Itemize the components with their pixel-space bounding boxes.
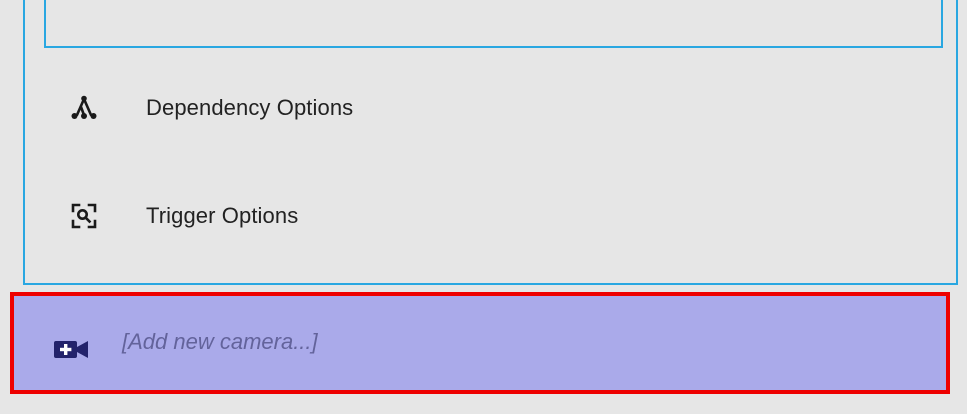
image-search-icon [70,202,98,230]
add-video-camera-icon [52,336,92,362]
nested-options-panel [44,0,943,48]
account-tree-icon [70,94,98,122]
dependency-options-label: Dependency Options [146,95,354,120]
add-new-camera-label: [Add new camera...] [122,329,318,354]
dependency-options-item[interactable]: Dependency Options [25,83,956,133]
trigger-options-label: Trigger Options [146,203,299,228]
trigger-options-item[interactable]: Trigger Options [25,191,956,241]
camera-options-panel: Dependency Options Trigger Options [23,0,958,285]
add-new-camera-item[interactable]: [Add new camera...] [10,292,950,394]
